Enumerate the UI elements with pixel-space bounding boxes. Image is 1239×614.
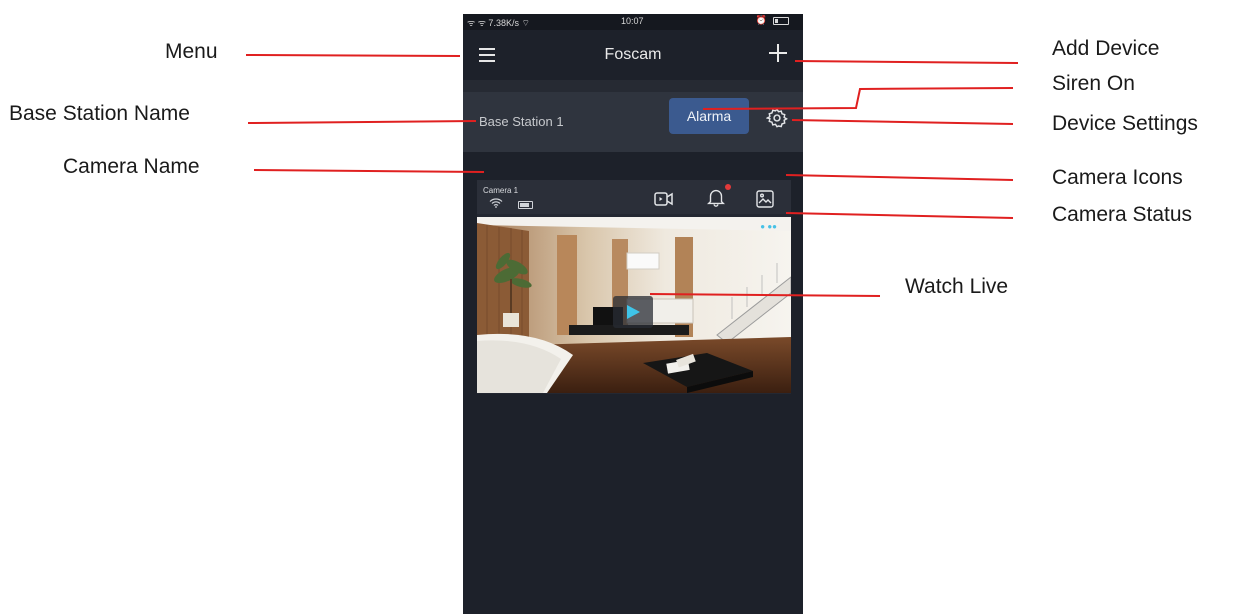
divider [463, 80, 803, 92]
image-icon[interactable] [756, 190, 774, 208]
video-camera-icon[interactable] [654, 191, 674, 207]
bell-icon[interactable] [705, 186, 727, 208]
camera-battery-icon [518, 201, 533, 209]
camera-card: Camera 1 ● ●● [477, 180, 791, 394]
callout-camera-status: Camera Status [1052, 203, 1193, 226]
callout-menu: Menu [165, 40, 218, 63]
play-button[interactable] [613, 296, 653, 328]
status-bar: ᯤ ᯤ 7.38K/s ⌔ 10:07 ⏰ [463, 14, 803, 30]
callout-device-settings: Device Settings [1052, 112, 1198, 135]
camera-status-indicator: ● ●● [760, 222, 777, 231]
top-bar: Foscam [463, 30, 803, 80]
notification-dot [725, 184, 731, 190]
status-right: ⏰ [756, 15, 789, 26]
app-title: Foscam [604, 46, 662, 63]
wifi-icon [489, 198, 503, 208]
base-station-row: Base Station 1 Alarma [463, 92, 803, 152]
callout-add-device: Add Device [1052, 37, 1160, 60]
alarm-button[interactable]: Alarma [669, 98, 749, 134]
callout-siren-on: Siren On [1052, 72, 1135, 95]
alarm-clock-icon: ⏰ [755, 15, 767, 25]
camera-live-view[interactable]: ● ●● [477, 217, 791, 393]
play-icon [627, 305, 640, 319]
status-signal-text: ᯤ ᯤ 7.38K/s ⌔ [467, 18, 530, 28]
camera-name: Camera 1 [483, 186, 519, 195]
camera-header: Camera 1 [477, 180, 791, 214]
callout-watch-live: Watch Live [905, 275, 1009, 298]
battery-icon [773, 16, 789, 25]
status-time: 10:07 [621, 16, 644, 26]
plus-icon[interactable] [769, 44, 787, 62]
callout-base-station-name: Base Station Name [9, 102, 190, 125]
base-station-name: Base Station 1 [479, 114, 564, 129]
callout-camera-name: Camera Name [63, 155, 200, 178]
gear-icon[interactable] [766, 107, 788, 129]
callout-camera-icons: Camera Icons [1052, 166, 1183, 189]
phone-screen: ᯤ ᯤ 7.38K/s ⌔ 10:07 ⏰ Foscam Base Statio… [463, 14, 803, 614]
